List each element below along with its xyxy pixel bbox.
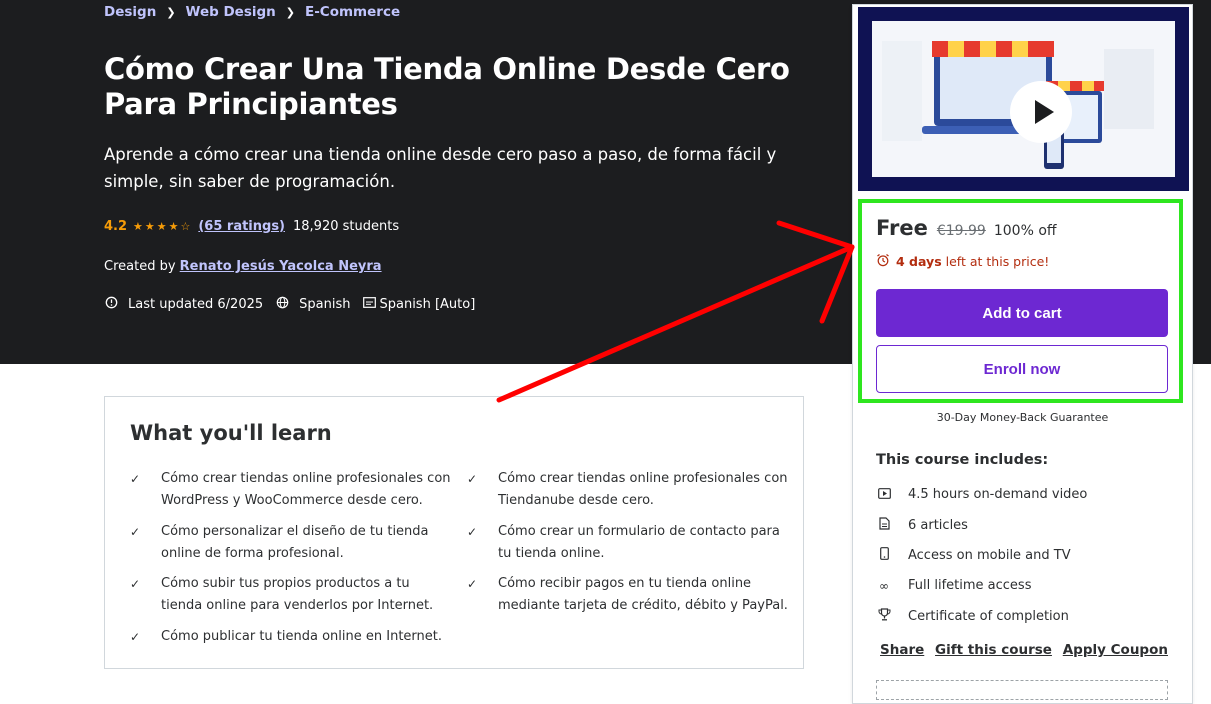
include-item: Access on mobile and TV	[876, 547, 1071, 563]
play-button[interactable]	[1010, 81, 1072, 143]
learn-item: ✓ Cómo crear tiendas online profesionale…	[467, 468, 788, 512]
chevron-right-icon: ❯	[166, 5, 176, 19]
trophy-icon	[876, 608, 892, 624]
share-link[interactable]: Share	[880, 642, 924, 658]
created-by: Created by Renato Jesús Yacolca Neyra	[104, 259, 382, 274]
include-item: Certificate of completion	[876, 608, 1069, 624]
instructor-link[interactable]: Renato Jesús Yacolca Neyra	[180, 259, 382, 274]
last-updated: Last updated 6/2025	[128, 297, 264, 312]
card-links: Share Gift this course Apply Coupon	[876, 642, 1168, 658]
breadcrumb-design[interactable]: Design	[104, 4, 156, 20]
students-count: 18,920 students	[293, 219, 400, 234]
preview-thumbnail	[872, 21, 1175, 177]
apply-coupon-link[interactable]: Apply Coupon	[1063, 642, 1168, 658]
money-back-guarantee: 30-Day Money-Back Guarantee	[936, 411, 1109, 424]
play-icon	[1035, 100, 1054, 124]
includes-title: This course includes:	[876, 452, 1049, 468]
include-item: 4.5 hours on-demand video	[876, 487, 1087, 502]
learn-item: ✓ Cómo crear un formulario de contacto p…	[467, 521, 788, 565]
highlight-box	[858, 199, 1183, 403]
globe-icon	[275, 296, 290, 313]
check-icon: ✓	[467, 472, 478, 486]
course-title: Cómo Crear Una Tienda Online Desde Cero …	[104, 52, 790, 121]
check-icon: ✓	[130, 525, 141, 539]
created-by-label: Created by	[104, 259, 176, 274]
file-icon	[876, 517, 892, 533]
closed-captions-icon	[362, 297, 377, 312]
breadcrumb-web-design[interactable]: Web Design	[186, 4, 276, 20]
star-rating-icon: ★★★★☆	[133, 220, 193, 233]
course-preview-video[interactable]	[858, 7, 1189, 191]
course-subtitle: Aprende a cómo crear una tienda online d…	[104, 145, 777, 191]
video-icon	[876, 487, 892, 502]
check-icon: ✓	[467, 525, 478, 539]
course-captions: Spanish [Auto]	[379, 297, 476, 312]
include-item: ∞ Full lifetime access	[876, 578, 1031, 593]
learn-item: ✓ Cómo publicar tu tienda online en Inte…	[130, 626, 451, 648]
course-language: Spanish	[299, 297, 351, 312]
rating-value: 4.2	[104, 219, 128, 234]
check-icon: ✓	[130, 472, 141, 486]
ratings-count-link[interactable]: (65 ratings)	[198, 219, 285, 234]
include-item: 6 articles	[876, 517, 968, 533]
alert-clock-icon	[104, 296, 119, 313]
learn-item: ✓ Cómo personalizar el diseño de tu tien…	[130, 521, 451, 565]
coupon-box	[876, 680, 1168, 700]
rating-row: 4.2 ★★★★☆ (65 ratings) 18,920 students	[104, 219, 399, 234]
breadcrumb: Design ❯ Web Design ❯ E-Commerce	[104, 4, 400, 20]
learn-item: ✓ Cómo crear tiendas online profesionale…	[130, 468, 451, 512]
check-icon: ✓	[130, 630, 141, 644]
learn-item: ✓ Cómo subir tus propios productos a tu …	[130, 573, 451, 617]
check-icon: ✓	[467, 577, 478, 591]
infinity-icon: ∞	[879, 578, 889, 593]
check-icon: ✓	[130, 577, 141, 591]
gift-course-link[interactable]: Gift this course	[935, 642, 1052, 658]
mobile-icon	[876, 547, 892, 563]
learn-title: What you'll learn	[130, 421, 332, 445]
course-meta: Last updated 6/2025 Spanish Spanish [Aut…	[104, 296, 475, 313]
chevron-right-icon: ❯	[285, 5, 295, 19]
learn-item: ✓ Cómo recibir pagos en tu tienda online…	[467, 573, 788, 617]
what-you-will-learn: What you'll learn ✓ Cómo crear tiendas o…	[104, 396, 804, 669]
breadcrumb-e-commerce[interactable]: E-Commerce	[305, 4, 400, 20]
